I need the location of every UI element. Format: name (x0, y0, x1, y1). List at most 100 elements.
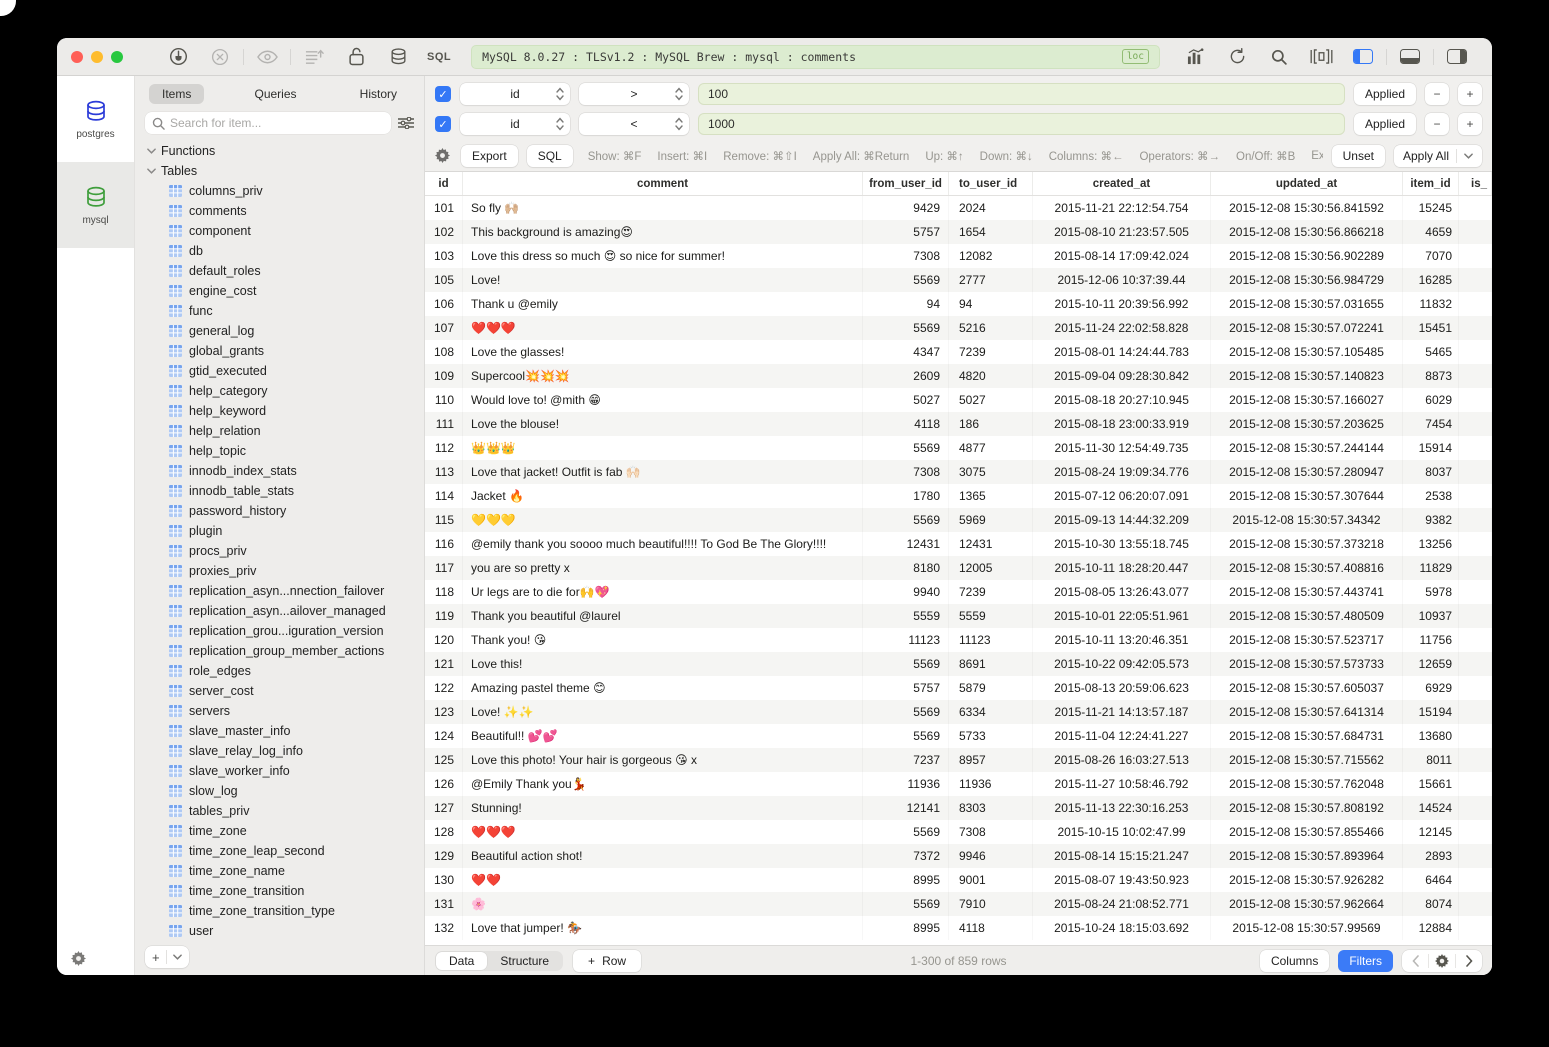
export-button[interactable]: Export (461, 145, 518, 167)
column-header-id[interactable]: id (425, 172, 463, 195)
table-row[interactable]: 116 @emily thank you soooo much beautifu… (425, 532, 1492, 556)
column-header-to-user-id[interactable]: to_user_id (949, 172, 1033, 195)
applied-button[interactable]: Applied (1354, 83, 1416, 105)
page-settings-gear-icon[interactable] (1429, 954, 1455, 968)
table-row[interactable]: 118 Ur legs are to die for🙌💖 9940 7239 2… (425, 580, 1492, 604)
table-row[interactable]: 105 Love! 5569 2777 2015-12-06 10:37:39.… (425, 268, 1492, 292)
connection-mysql[interactable]: mysql (57, 162, 134, 248)
sidebar-table-item[interactable]: servers (147, 701, 424, 721)
sidebar-table-item[interactable]: password_history (147, 501, 424, 521)
search-icon[interactable] (1266, 46, 1292, 68)
sidebar-table-item[interactable]: replication_asyn...nnection_failover (147, 581, 424, 601)
table-row[interactable]: 113 Love that jacket! Outfit is fab 🙌🏻 7… (425, 460, 1492, 484)
search-input[interactable] (170, 116, 384, 130)
table-row[interactable]: 130 ❤️❤️ 8995 9001 2015-08-07 19:43:50.9… (425, 868, 1492, 892)
table-row[interactable]: 132 Love that jumper! 🏇 8995 4118 2015-1… (425, 916, 1492, 940)
sidebar-table-item[interactable]: columns_priv (147, 181, 424, 201)
table-row[interactable]: 108 Love the glasses! 4347 7239 2015-08-… (425, 340, 1492, 364)
table-row[interactable]: 128 ❤️❤️❤️ 5569 7308 2015-10-15 10:02:47… (425, 820, 1492, 844)
applied-button[interactable]: Applied (1354, 113, 1416, 135)
sidebar-table-item[interactable]: gtid_executed (147, 361, 424, 381)
column-header-comment[interactable]: comment (463, 172, 863, 195)
tab-queries[interactable]: Queries (241, 84, 309, 104)
sidebar-table-item[interactable]: comments (147, 201, 424, 221)
zoom-window-button[interactable] (111, 51, 123, 63)
column-header-is[interactable]: is_ (1459, 172, 1492, 195)
sidebar-table-item[interactable]: engine_cost (147, 281, 424, 301)
sidebar-table-item[interactable]: tables_priv (147, 801, 424, 821)
data-tab[interactable]: Data (436, 952, 487, 970)
filter-operator-select[interactable]: > (579, 83, 689, 105)
sidebar-table-item[interactable]: time_zone_leap_second (147, 841, 424, 861)
disconnect-icon[interactable] (207, 46, 233, 68)
sidebar-table-item[interactable]: replication_grou...iguration_version (147, 621, 424, 641)
table-row[interactable]: 123 Love! ✨✨ 5569 6334 2015-11-21 14:13:… (425, 700, 1492, 724)
sidebar-table-item[interactable]: time_zone_transition (147, 881, 424, 901)
sidebar-table-item[interactable]: innodb_index_stats (147, 461, 424, 481)
sidebar-table-item[interactable]: slave_relay_log_info (147, 741, 424, 761)
database-icon[interactable] (385, 46, 411, 68)
table-row[interactable]: 119 Thank you beautiful @laurel 5559 555… (425, 604, 1492, 628)
table-row[interactable]: 109 Supercool💥💥💥 2609 4820 2015-09-04 09… (425, 364, 1492, 388)
table-row[interactable]: 101 So fly 🙌🏼 9429 2024 2015-11-21 22:12… (425, 196, 1492, 220)
next-page-icon[interactable] (1456, 955, 1482, 967)
table-row[interactable]: 129 Beautiful action shot! 7372 9946 201… (425, 844, 1492, 868)
sidebar-table-item[interactable]: proxies_priv (147, 561, 424, 581)
sidebar-table-item[interactable]: default_roles (147, 261, 424, 281)
toggle-left-panel-icon[interactable] (1350, 46, 1376, 68)
column-header-item-id[interactable]: item_id (1403, 172, 1459, 195)
table-row[interactable]: 120 Thank you! 😘 11123 11123 2015-10-11 … (425, 628, 1492, 652)
filter-column-select[interactable]: id (460, 113, 570, 135)
sidebar-table-item[interactable]: procs_priv (147, 541, 424, 561)
tab-items[interactable]: Items (149, 84, 204, 104)
table-row[interactable]: 107 ❤️❤️❤️ 5569 5216 2015-11-24 22:02:58… (425, 316, 1492, 340)
add-filter-button[interactable]: + (1458, 83, 1482, 105)
table-row[interactable]: 103 Love this dress so much 😍 so nice fo… (425, 244, 1492, 268)
sidebar-table-item[interactable]: help_category (147, 381, 424, 401)
table-row[interactable]: 102 This background is amazing😍 5757 165… (425, 220, 1492, 244)
column-header-updated-at[interactable]: updated_at (1211, 172, 1403, 195)
connection-postgres[interactable]: postgres (57, 76, 134, 162)
sidebar-table-item[interactable]: slow_log (147, 781, 424, 801)
preview-eye-icon[interactable] (254, 46, 280, 68)
lock-icon[interactable] (343, 46, 369, 68)
filter-settings-gear-icon[interactable] (435, 148, 450, 163)
table-row[interactable]: 131 🌸 5569 7910 2015-08-24 21:08:52.771 … (425, 892, 1492, 916)
filter-value-input[interactable] (708, 87, 1335, 101)
filter-enabled-checkbox[interactable]: ✓ (435, 116, 451, 132)
sidebar-table-item[interactable]: slave_master_info (147, 721, 424, 741)
arrange-icon[interactable] (398, 117, 414, 129)
sidebar-table-item[interactable]: time_zone_name (147, 861, 424, 881)
sidebar-table-item[interactable]: slave_worker_info (147, 761, 424, 781)
table-row[interactable]: 114 Jacket 🔥 1780 1365 2015-07-12 06:20:… (425, 484, 1492, 508)
chart-icon[interactable] (1182, 46, 1208, 68)
pending-changes-icon[interactable] (301, 46, 327, 68)
sidebar-table-item[interactable]: time_zone_transition_type (147, 901, 424, 921)
table-row[interactable]: 112 👑👑👑 5569 4877 2015-11-30 12:54:49.73… (425, 436, 1492, 460)
sidebar-table-item[interactable]: help_keyword (147, 401, 424, 421)
sidebar-table-item[interactable]: db (147, 241, 424, 261)
settings-gear-icon[interactable] (71, 951, 86, 966)
item-search-field[interactable] (145, 112, 391, 134)
add-filter-button[interactable]: + (1458, 113, 1482, 135)
filter-operator-select[interactable]: < (579, 113, 689, 135)
table-row[interactable]: 115 💛💛💛 5569 5969 2015-09-13 14:44:32.20… (425, 508, 1492, 532)
columns-button[interactable]: Columns (1260, 950, 1329, 972)
structure-tab[interactable]: Structure (487, 952, 562, 970)
sidebar-table-item[interactable]: time_zone (147, 821, 424, 841)
table-row[interactable]: 117 you are so pretty x 8180 12005 2015-… (425, 556, 1492, 580)
filter-value-input[interactable] (708, 117, 1335, 131)
table-row[interactable]: 124 Beautiful!! 💕💕 5569 5733 2015-11-04 … (425, 724, 1492, 748)
toggle-right-panel-icon[interactable] (1444, 46, 1470, 68)
add-item-button[interactable]: + (145, 946, 189, 968)
close-window-button[interactable] (71, 51, 83, 63)
table-row[interactable]: 121 Love this! 5569 8691 2015-10-22 09:4… (425, 652, 1492, 676)
sidebar-table-item[interactable]: replication_asyn...ailover_managed (147, 601, 424, 621)
apply-all-button[interactable]: Apply All (1394, 145, 1482, 167)
column-header-created-at[interactable]: created_at (1033, 172, 1211, 195)
sidebar-table-item[interactable]: innodb_table_stats (147, 481, 424, 501)
sidebar-table-item[interactable]: general_log (147, 321, 424, 341)
column-header-from-user-id[interactable]: from_user_id (863, 172, 949, 195)
filters-button[interactable]: Filters (1338, 950, 1393, 972)
sidebar-table-item[interactable]: component (147, 221, 424, 241)
